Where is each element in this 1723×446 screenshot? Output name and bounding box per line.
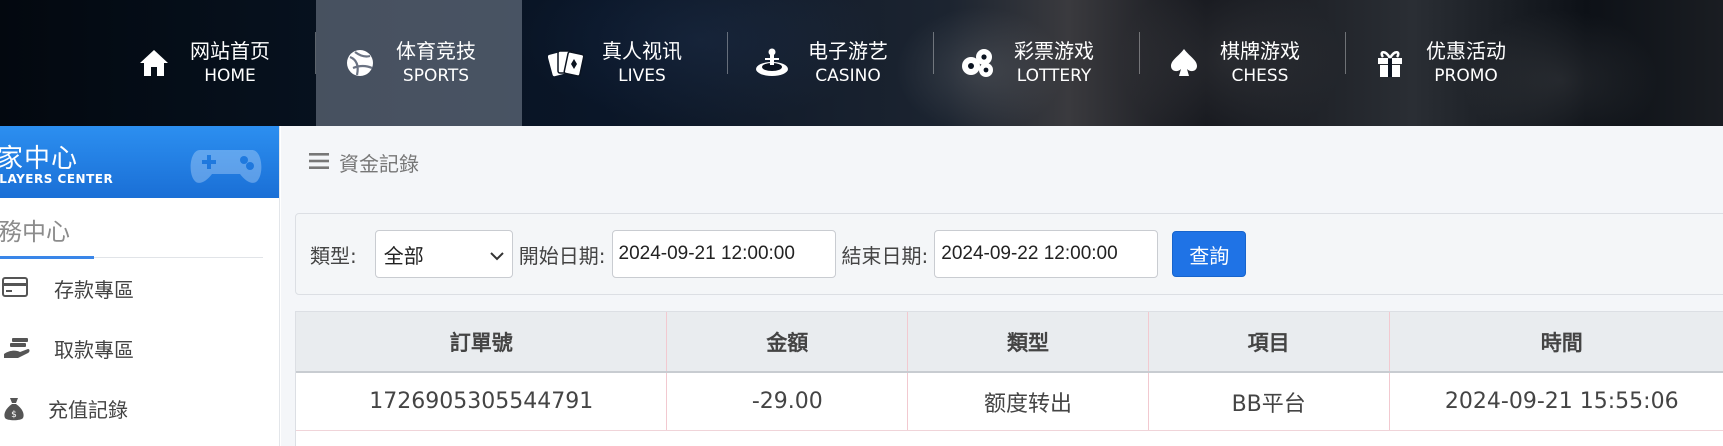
column-header-time[interactable]: 時間: [1390, 312, 1723, 371]
nav-label-cn: 优惠活动: [1426, 39, 1506, 63]
sidebar-item-label: 取款專區: [54, 337, 134, 362]
filter-bar: 類型: 全部 開始日期: 2024-09-21 12:00:00 結束日期: 2…: [295, 213, 1723, 295]
cell-type: 额度转出: [908, 373, 1149, 430]
banner-subtitle: PLAYERS CENTER: [0, 172, 114, 186]
players-center-banner: 玩家中心 PLAYERS CENTER: [0, 126, 279, 198]
records-table: 訂單號 金額 類型 項目 時間 1726905305544791 -29.00 …: [295, 311, 1723, 446]
nav-label-en: CASINO: [815, 66, 881, 86]
nav-label-cn: 体育竞技: [396, 39, 476, 63]
column-header-type[interactable]: 類型: [908, 312, 1149, 371]
money-bag-icon: $: [2, 396, 26, 426]
gamepad-icon: [186, 132, 266, 196]
finance-center-section: 財務中心: [0, 198, 263, 259]
table-header: 訂單號 金額 類型 項目 時間: [296, 312, 1723, 373]
page-title: 資金記錄: [339, 152, 419, 176]
sidebar-item-label: 充值記錄: [48, 397, 128, 422]
column-header-order-id[interactable]: 訂單號: [296, 312, 668, 371]
withdraw-hand-icon: [2, 336, 32, 364]
menu-icon[interactable]: [309, 151, 329, 175]
nav-label-cn: 真人视讯: [602, 39, 682, 63]
nav-item-promo[interactable]: 优惠活动 PROMO: [1346, 0, 1552, 126]
column-header-amount[interactable]: 金額: [667, 312, 909, 371]
spade-icon: [1166, 45, 1202, 81]
sidebar: 玩家中心 PLAYERS CENTER 財務中心 存款專區 取款專區 $ 充值記…: [0, 126, 280, 446]
end-date-input[interactable]: 2024-09-22 12:00:00: [934, 230, 1159, 278]
cards-icon: [548, 45, 584, 81]
nav-menu: 网站首页 HOME 体育竞技 SPORTS 真人视讯 LIVES 电子游艺 CA…: [110, 0, 1552, 126]
cell-time: 2024-09-21 15:55:06: [1444, 389, 1679, 414]
main-content: 資金記錄 類型: 全部 開始日期: 2024-09-21 12:00:00 結束…: [281, 126, 1723, 446]
nav-item-chess[interactable]: 棋牌游戏 CHESS: [1140, 0, 1346, 126]
nav-label-en: HOME: [204, 66, 256, 86]
nav-item-sports[interactable]: 体育竞技 SPORTS: [316, 0, 522, 126]
nav-item-lottery[interactable]: 彩票游戏 LOTTERY: [934, 0, 1140, 126]
type-label: 類型:: [310, 243, 357, 268]
card-icon: [2, 276, 28, 302]
nav-label-cn: 彩票游戏: [1014, 39, 1094, 63]
nav-label-en: PROMO: [1434, 66, 1498, 86]
chevron-down-icon: [490, 242, 504, 266]
type-select-value: 全部: [383, 243, 424, 268]
cell-amount: -29.00: [667, 373, 909, 430]
nav-label-en: CHESS: [1231, 66, 1289, 86]
roulette-icon: [754, 45, 790, 81]
start-date-input[interactable]: 2024-09-21 12:00:00: [611, 230, 836, 278]
nav-label-cn: 电子游艺: [808, 39, 888, 63]
start-date-label: 開始日期:: [518, 243, 606, 268]
home-icon: [136, 45, 172, 81]
nav-item-lives[interactable]: 真人视讯 LIVES: [522, 0, 728, 126]
nav-item-home[interactable]: 网站首页 HOME: [110, 0, 316, 126]
nav-label-en: LIVES: [618, 66, 666, 86]
sidebar-item-label: 存款專區: [54, 277, 134, 302]
cell-order-id: 1726905305544791: [296, 373, 668, 430]
query-button[interactable]: 查詢: [1172, 231, 1247, 277]
nav-label-en: SPORTS: [402, 66, 470, 86]
ball-icon: [342, 45, 378, 81]
cell-item: BB平台: [1149, 373, 1390, 430]
section-title: 財務中心: [0, 218, 70, 246]
breadcrumb: 資金記錄: [309, 148, 419, 177]
sidebar-item-recharge-records[interactable]: $ 充值記錄: [0, 378, 279, 438]
nav-label-cn: 网站首页: [190, 39, 270, 63]
column-header-item[interactable]: 項目: [1149, 312, 1390, 371]
gift-icon: [1372, 45, 1408, 81]
end-date-label: 結束日期:: [841, 243, 929, 268]
type-select[interactable]: 全部: [374, 230, 513, 278]
svg-text:$: $: [11, 410, 17, 420]
lottery-balls-icon: [960, 45, 996, 81]
sidebar-item-withdraw[interactable]: 取款專區: [0, 318, 279, 378]
sidebar-item-deposit[interactable]: 存款專區: [0, 258, 279, 318]
table-row[interactable]: 1726905305544791 -29.00 额度转出 BB平台 2024-0…: [296, 373, 1723, 431]
banner-title: 玩家中心: [0, 144, 79, 174]
top-navigation: 网站首页 HOME 体育竞技 SPORTS 真人视讯 LIVES 电子游艺 CA…: [0, 0, 1723, 126]
nav-label-en: LOTTERY: [1016, 66, 1092, 86]
nav-label-cn: 棋牌游戏: [1220, 39, 1300, 63]
nav-item-casino[interactable]: 电子游艺 CASINO: [728, 0, 934, 126]
